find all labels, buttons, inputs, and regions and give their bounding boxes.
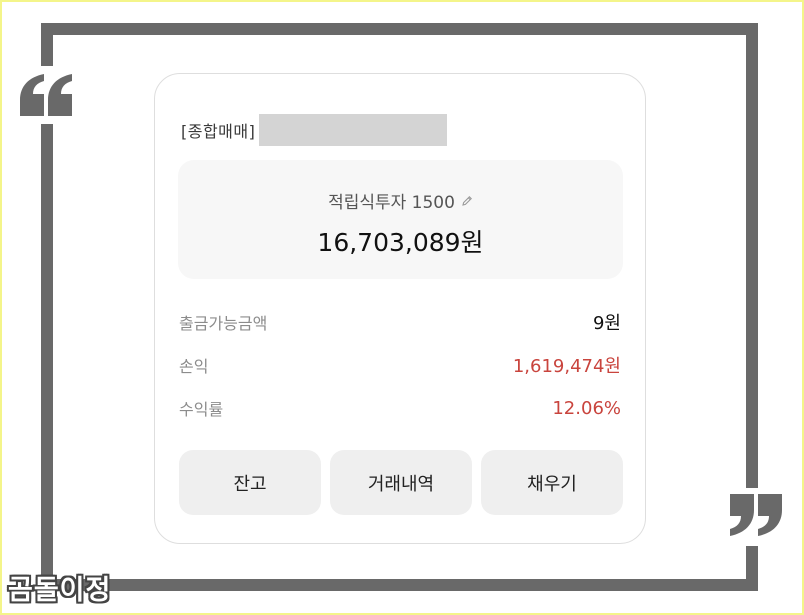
close-quote-icon [730,494,782,536]
withdrawable-label: 출금가능금액 [179,314,268,333]
account-summary: 적립식투자 1500 16,703,089원 [178,160,623,279]
account-number-mask [259,114,448,146]
profit-label: 손익 [179,357,209,376]
return-rate-row: 수익률 12.06% [179,396,621,420]
return-rate-label: 수익률 [179,400,224,419]
product-name-row[interactable]: 적립식투자 1500 [178,188,623,213]
account-card: [종합매매] 적립식투자 1500 16,703,089원 출금가능금액 9원 … [154,73,646,544]
profit-value: 1,619,474원 [512,356,621,377]
action-buttons: 잔고 거래내역 채우기 [179,450,623,515]
product-name: 적립식투자 1500 [328,193,455,213]
profit-row: 손익 1,619,474원 [179,353,621,377]
open-quote-icon [20,74,72,116]
withdrawable-row: 출금가능금액 9원 [179,310,621,334]
withdrawable-value: 9원 [592,313,621,334]
transaction-history-button[interactable]: 거래내역 [330,450,472,515]
balance-button[interactable]: 잔고 [179,450,321,515]
return-rate-value: 12.06% [552,397,621,419]
account-header: [종합매매] [181,114,448,146]
fill-button[interactable]: 채우기 [481,450,623,515]
pencil-icon[interactable] [461,195,473,207]
total-amount: 16,703,089원 [317,228,484,257]
account-type-label: [종합매매] [181,122,256,141]
watermark: 곰돌이정 [8,575,112,606]
